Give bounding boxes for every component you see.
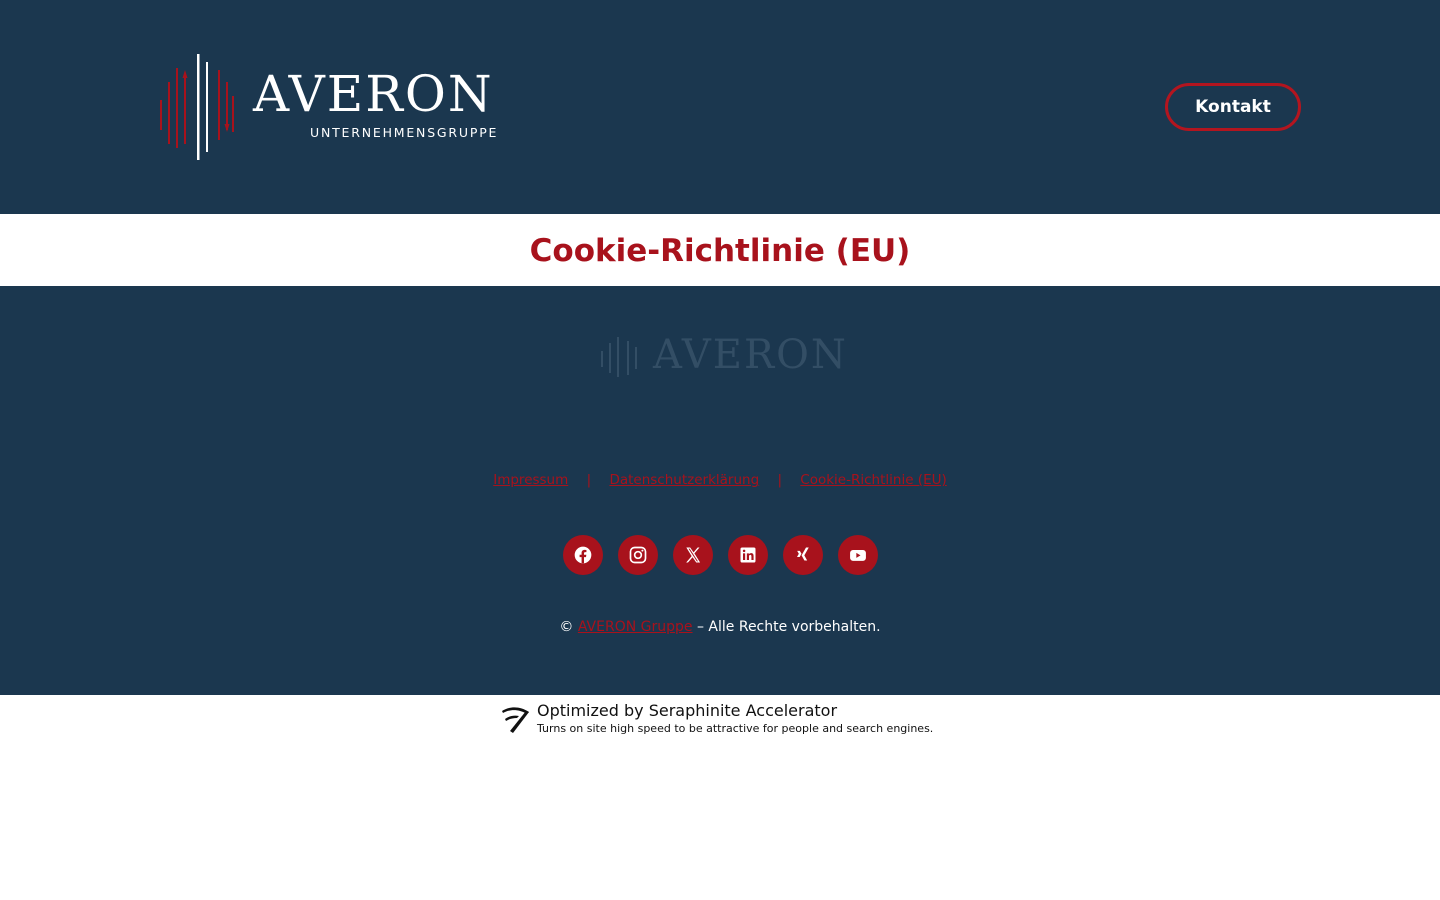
footer-logo-bars-icon [601, 337, 637, 377]
x-twitter-button[interactable] [673, 535, 713, 575]
footer-link-datenschutz[interactable]: Datenschutzerklärung [609, 472, 759, 488]
x-twitter-icon [686, 547, 701, 563]
logo-bars-icon [160, 54, 234, 160]
speedometer-icon [502, 707, 529, 733]
contact-button[interactable]: Kontakt [1165, 83, 1301, 131]
copyright-line: © AVERON Gruppe – Alle Rechte vorbehalte… [0, 620, 1440, 634]
footer-logo: AVERON [595, 331, 855, 381]
page-title-band: Cookie-Richtlinie (EU) [0, 214, 1440, 286]
averon-logo[interactable]: AVERON UNTERNEHMENSGRUPPE [158, 52, 508, 162]
footer-links: Impressum | Datenschutzerklärung | Cooki… [0, 472, 1440, 488]
xing-icon [797, 547, 809, 561]
footer-link-separator: | [586, 472, 592, 488]
social-links [563, 535, 883, 575]
seraphinite-badge[interactable]: Optimized by Seraphinite Accelerator Tur… [500, 700, 960, 740]
instagram-icon [629, 546, 647, 564]
copyright-company-link[interactable]: AVERON Gruppe [578, 619, 693, 635]
logo-wordmark: AVERON [253, 65, 494, 123]
footer-link-impressum[interactable]: Impressum [493, 472, 568, 488]
linkedin-button[interactable] [728, 535, 768, 575]
footer-link-cookie-policy[interactable]: Cookie-Richtlinie (EU) [800, 472, 946, 488]
seraphinite-subtitle: Turns on site high speed to be attractiv… [537, 722, 934, 735]
copyright-symbol: © [559, 619, 574, 635]
page-title: Cookie-Richtlinie (EU) [529, 233, 911, 269]
facebook-icon [574, 546, 592, 564]
facebook-button[interactable] [563, 535, 603, 575]
instagram-button[interactable] [618, 535, 658, 575]
site-footer: AVERON Impressum | Datenschutzerklärung … [0, 286, 1440, 695]
copyright-suffix: – Alle Rechte vorbehalten. [696, 619, 881, 635]
linkedin-icon [740, 547, 756, 563]
logo-subline: UNTERNEHMENSGRUPPE [310, 125, 499, 140]
youtube-button[interactable] [838, 535, 878, 575]
seraphinite-title: Optimized by Seraphinite Accelerator [537, 701, 838, 720]
footer-logo-wordmark: AVERON [653, 332, 848, 378]
site-header: AVERON UNTERNEHMENSGRUPPE Kontakt [0, 0, 1440, 214]
xing-button[interactable] [783, 535, 823, 575]
footer-link-separator: | [777, 472, 782, 488]
youtube-icon [850, 550, 866, 561]
